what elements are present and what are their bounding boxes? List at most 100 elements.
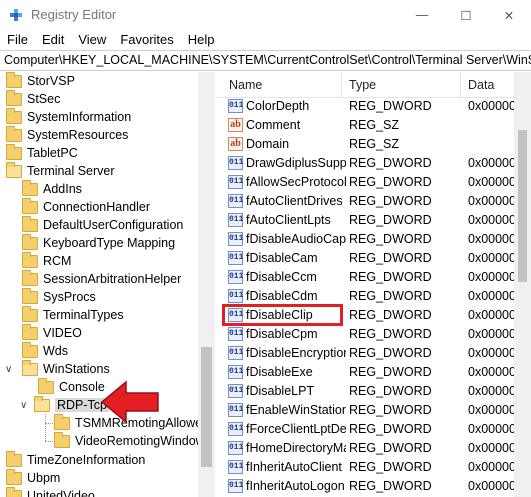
dword-value-icon: 011: [228, 441, 243, 455]
tree-item-systeminformation[interactable]: SystemInformation: [6, 107, 131, 126]
tree-item-timezoneinformation[interactable]: TimeZoneInformation: [6, 450, 145, 469]
menu-edit[interactable]: Edit: [35, 30, 71, 50]
dword-value-icon: 011: [228, 384, 243, 398]
list-item[interactable]: ab Comment REG_SZ: [216, 116, 531, 135]
column-data-header[interactable]: Data: [468, 78, 494, 92]
dword-value-icon: 011: [228, 460, 243, 474]
menu-favorites[interactable]: Favorites: [113, 30, 180, 50]
list-scrollbar[interactable]: [514, 72, 531, 497]
tree-item-wds[interactable]: Wds: [22, 341, 68, 360]
list-item[interactable]: 011fInheritAutoLogonREG_DWORD0x00000001 …: [216, 477, 531, 496]
tree-item-stsec[interactable]: StSec: [6, 89, 60, 108]
list-item[interactable]: 011fDisableCcmREG_DWORD0x00000000 (0): [216, 268, 531, 287]
tree-scrollbar[interactable]: [198, 72, 215, 497]
tree-item-sysprocs[interactable]: SysProcs: [22, 287, 96, 306]
list-item[interactable]: 011fForceClientLptDefREG_DWORD0x00000001…: [216, 420, 531, 439]
column-name-header[interactable]: Name: [229, 78, 262, 92]
tree-item-connectionhandler[interactable]: ConnectionHandler: [22, 197, 150, 216]
list-item[interactable]: 011fDisableCpmREG_DWORD0x00000000 (0): [216, 325, 531, 344]
folder-icon: [6, 125, 22, 142]
tree-item-console[interactable]: Console: [38, 377, 105, 396]
close-button[interactable]: ✕: [487, 0, 531, 30]
tree-item-terminal-server[interactable]: Terminal Server: [6, 161, 115, 180]
folder-icon: [22, 287, 38, 304]
list-item[interactable]: 011fEnableWinStationREG_DWORD0x00000001 …: [216, 401, 531, 420]
column-divider[interactable]: [341, 72, 342, 98]
folder-icon: [22, 323, 38, 340]
close-icon: ✕: [503, 8, 515, 23]
tree-item-ubpm[interactable]: Ubpm: [6, 468, 60, 487]
folder-icon: [6, 468, 22, 485]
folder-open-icon: [34, 395, 50, 412]
menu-help[interactable]: Help: [181, 30, 222, 50]
string-value-icon: ab: [228, 118, 243, 132]
tree-item-keyboardtype-mapping[interactable]: KeyboardType Mapping: [22, 233, 175, 252]
list-item[interactable]: ab Domain REG_SZ: [216, 135, 531, 154]
tree-item-winstations[interactable]: WinStations: [22, 359, 110, 378]
folder-icon: [22, 305, 38, 322]
tree-item-videoremotingwindownames[interactable]: VideoRemotingWindowNames: [54, 431, 214, 450]
list-item[interactable]: 011fInheritAutoClientREG_DWORD0x00000001…: [216, 458, 531, 477]
folder-icon: [6, 143, 22, 160]
list-item[interactable]: 011fDisableCamREG_DWORD0x00000000 (0): [216, 249, 531, 268]
chevron-down-icon[interactable]: ∨: [20, 400, 27, 411]
list-item[interactable]: 011fDisableLPTREG_DWORD0x00000000 (0): [216, 382, 531, 401]
tree-item-storvsp[interactable]: StorVSP: [6, 72, 75, 90]
tree-scrollbar-thumb[interactable]: [201, 347, 212, 467]
tree-item-defaultuserconfiguration[interactable]: DefaultUserConfiguration: [22, 215, 183, 234]
address-bar[interactable]: Computer\HKEY_LOCAL_MACHINE\SYSTEM\Curre…: [0, 50, 531, 71]
folder-icon: [22, 269, 38, 286]
list-item[interactable]: 011fAutoClientDrivesREG_DWORD0x00000001 …: [216, 192, 531, 211]
menu-file[interactable]: File: [0, 30, 35, 50]
tree-item-rdp-tcp[interactable]: RDP-Tcp: [34, 395, 110, 414]
tree-item-tabletpc[interactable]: TabletPC: [6, 143, 78, 162]
list-item[interactable]: 011fDisableEncryptionREG_DWORD0x00000001…: [216, 344, 531, 363]
tree-item-unitedvideo[interactable]: UnitedVideo: [6, 486, 95, 497]
dword-value-icon: 011: [228, 251, 243, 265]
tree-item-addins[interactable]: AddIns: [22, 179, 82, 198]
folder-icon: [6, 89, 22, 106]
folder-icon: [22, 215, 38, 232]
dword-value-icon: 011: [228, 99, 243, 113]
tree-item-video[interactable]: VIDEO: [22, 323, 82, 342]
folder-icon: [54, 431, 70, 448]
menu-view[interactable]: View: [71, 30, 113, 50]
list-item[interactable]: 011fDisableAudioCaptureREG_DWORD0x000000…: [216, 230, 531, 249]
list-item[interactable]: 011DrawGdiplusSupportLevelREG_DWORD0x000…: [216, 154, 531, 173]
maximize-icon: ☐: [460, 8, 472, 23]
chevron-down-icon[interactable]: ∨: [5, 364, 12, 375]
window-title: Registry Editor: [31, 7, 117, 22]
maximize-button[interactable]: ☐: [444, 0, 488, 30]
column-header: Name Type Data: [216, 72, 531, 98]
list-item[interactable]: 011fHomeDirectoryMapRootREG_DWORD0x00000…: [216, 439, 531, 458]
folder-icon: [22, 251, 38, 268]
dword-value-icon: 011: [228, 156, 243, 170]
values-list: Name Type Data 011 ColorDepth REG_DWORD 0x0…: [216, 72, 531, 497]
tree-item-sessionarbitrationhelper[interactable]: SessionArbitrationHelper: [22, 269, 181, 288]
tree-item-rcm[interactable]: RCM: [22, 251, 71, 270]
minimize-button[interactable]: —: [400, 0, 444, 30]
dword-value-icon: 011: [228, 194, 243, 208]
list-item[interactable]: 011ColorDepthREG_DWORD0x00000004 (4): [216, 97, 531, 116]
string-value-icon: ab: [228, 137, 243, 151]
tree-item-systemresources[interactable]: SystemResources: [6, 125, 128, 144]
list-scrollbar-thumb[interactable]: [518, 130, 527, 282]
list-item[interactable]: 011fAutoClientLptsREG_DWORD0x00000001 (1…: [216, 211, 531, 230]
list-item[interactable]: 011fDisableExeREG_DWORD0x00000000 (0): [216, 363, 531, 382]
column-type-header[interactable]: Type: [349, 78, 376, 92]
folder-icon: [6, 107, 22, 124]
tree-item-terminaltypes[interactable]: TerminalTypes: [22, 305, 124, 324]
dword-value-icon: 011: [228, 327, 243, 341]
folder-icon: [22, 233, 38, 250]
dword-value-icon: 011: [228, 422, 243, 436]
column-divider[interactable]: [460, 72, 461, 98]
dword-value-icon: 011: [228, 479, 243, 493]
folder-open-icon: [22, 359, 38, 376]
folder-icon: [6, 72, 22, 88]
folder-icon: [6, 486, 22, 497]
list-item[interactable]: 011fAllowSecProtocolNegotiationREG_DWORD…: [216, 173, 531, 192]
tree-connector: [45, 414, 46, 441]
dword-value-icon: 011: [228, 175, 243, 189]
dword-value-icon: 011: [228, 365, 243, 379]
folder-icon: [22, 179, 38, 196]
